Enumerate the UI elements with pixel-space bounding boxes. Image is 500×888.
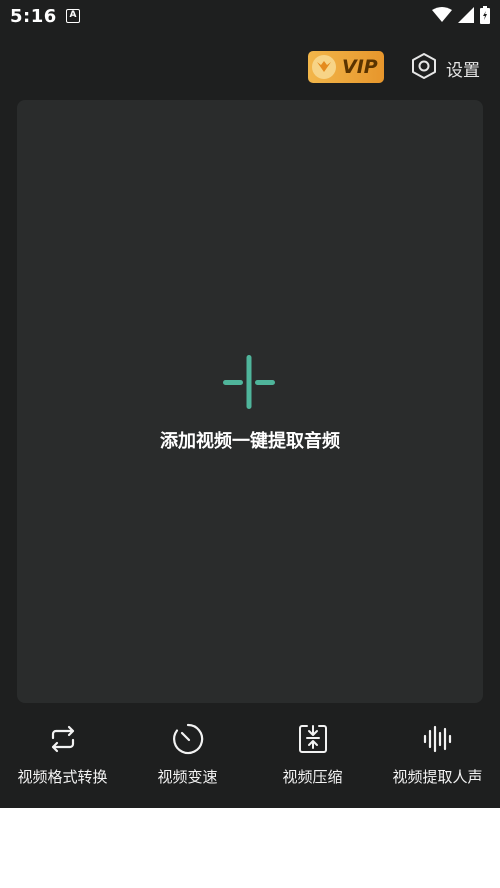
- settings-button[interactable]: 设置: [410, 52, 480, 85]
- settings-label: 设置: [446, 61, 480, 81]
- tool-compress[interactable]: 视频压缩: [250, 720, 375, 787]
- bottom-blank-area: [0, 808, 500, 888]
- status-icons: [432, 6, 490, 28]
- add-video-label: 添加视频一键提取音频: [160, 431, 340, 452]
- notification-a-icon: A: [66, 9, 80, 23]
- vip-crown-icon: [312, 55, 336, 79]
- tool-speed[interactable]: 视频变速: [125, 720, 250, 787]
- wifi-icon: [432, 7, 452, 27]
- gear-icon: [410, 52, 438, 85]
- top-bar: VIP 设置: [0, 48, 500, 88]
- plus-icon: [221, 355, 277, 415]
- tool-label: 视频压缩: [282, 768, 343, 786]
- tool-format-convert[interactable]: 视频格式转换: [0, 720, 125, 787]
- compress-icon: [250, 720, 375, 758]
- speed-icon: [125, 720, 250, 758]
- status-bar: 5:16 A: [0, 0, 500, 34]
- tool-label: 视频提取人声: [392, 768, 483, 786]
- tool-label: 视频变速: [157, 768, 218, 786]
- vip-label: VIP: [342, 56, 378, 78]
- vip-button[interactable]: VIP: [308, 51, 384, 83]
- status-time: 5:16: [10, 6, 57, 27]
- voice-wave-icon: [375, 720, 500, 758]
- tool-label: 视频格式转换: [17, 768, 108, 786]
- battery-icon: [480, 6, 490, 28]
- add-video-area[interactable]: 添加视频一键提取音频: [17, 100, 483, 703]
- tool-voice-extract[interactable]: 视频提取人声: [375, 720, 500, 787]
- convert-icon: [0, 720, 125, 758]
- signal-icon: [458, 7, 474, 27]
- tool-bar: 视频格式转换 视频变速 视频压缩 视频提取人声: [0, 720, 500, 800]
